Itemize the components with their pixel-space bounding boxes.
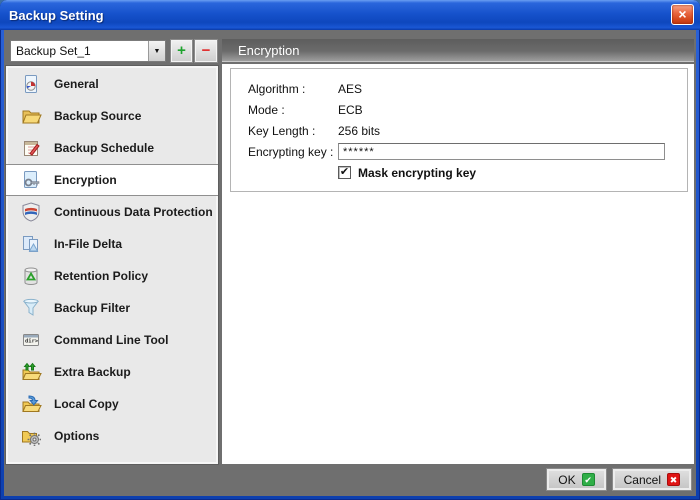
- ok-button-label: OK: [558, 473, 575, 487]
- sidebar-item-retention-policy[interactable]: Retention Policy: [8, 260, 216, 292]
- encrypting-key-input[interactable]: [338, 143, 665, 160]
- backup-setting-dialog: Backup Setting × Backup Set_1 ▼ + − Gene…: [0, 0, 700, 500]
- cross-icon: ✖: [667, 473, 680, 486]
- terminal-icon: dir>: [20, 329, 42, 351]
- sidebar-item-encryption[interactable]: Encryption: [6, 164, 218, 196]
- close-icon[interactable]: ×: [671, 4, 694, 25]
- backup-set-selector[interactable]: Backup Set_1 ▼: [10, 40, 166, 62]
- algorithm-label: Algorithm :: [248, 82, 338, 96]
- panel-title: Encryption: [222, 39, 694, 62]
- encryption-groupbox: Algorithm : AES Mode : ECB Key Length : …: [230, 68, 688, 192]
- shield-icon: [20, 201, 42, 223]
- sidebar-item-options[interactable]: Options: [8, 420, 216, 452]
- mask-encrypting-key-checkbox[interactable]: ✔: [338, 166, 351, 179]
- mode-row: Mode : ECB: [231, 99, 687, 120]
- mode-value: ECB: [338, 103, 363, 117]
- sidebar-item-label: Backup Schedule: [54, 141, 154, 155]
- delta-icon: [20, 233, 42, 255]
- add-backup-set-button[interactable]: +: [171, 40, 192, 62]
- check-icon: ✔: [340, 167, 349, 178]
- key-document-icon: [20, 169, 42, 191]
- sidebar-item-label: In-File Delta: [54, 237, 122, 251]
- folder-gear-icon: [20, 425, 42, 447]
- folder-up-arrows-icon: [20, 361, 42, 383]
- sidebar-item-backup-schedule[interactable]: Backup Schedule: [8, 132, 216, 164]
- sidebar-item-label: Extra Backup: [54, 365, 131, 379]
- remove-backup-set-button[interactable]: −: [195, 40, 217, 62]
- check-icon: ✔: [582, 473, 595, 486]
- cancel-button[interactable]: Cancel ✖: [613, 469, 691, 490]
- bin-icon: [20, 265, 42, 287]
- funnel-icon: [20, 297, 42, 319]
- key-length-label: Key Length :: [248, 124, 338, 138]
- sidebar-item-label: Options: [54, 429, 99, 443]
- sidebar-item-general[interactable]: General: [8, 68, 216, 100]
- sidebar-item-label: Backup Source: [54, 109, 141, 123]
- backup-set-value: Backup Set_1: [11, 44, 148, 58]
- algorithm-row: Algorithm : AES: [231, 78, 687, 99]
- key-length-value: 256 bits: [338, 124, 380, 138]
- sidebar-item-backup-filter[interactable]: Backup Filter: [8, 292, 216, 324]
- sidebar-item-command-line-tool[interactable]: dir> Command Line Tool: [8, 324, 216, 356]
- chevron-down-icon[interactable]: ▼: [148, 41, 165, 61]
- titlebar[interactable]: Backup Setting ×: [0, 0, 700, 30]
- sidebar-item-label: Command Line Tool: [54, 333, 168, 347]
- algorithm-value: AES: [338, 82, 362, 96]
- sidebar-item-in-file-delta[interactable]: In-File Delta: [8, 228, 216, 260]
- encryption-panel: Algorithm : AES Mode : ECB Key Length : …: [222, 64, 694, 464]
- dialog-body: Backup Set_1 ▼ + − General Backup Source…: [4, 30, 696, 496]
- folder-copy-icon: [20, 393, 42, 415]
- cancel-button-label: Cancel: [624, 473, 661, 487]
- mask-key-row: ✔ Mask encrypting key: [338, 162, 687, 183]
- mode-label: Mode :: [248, 103, 338, 117]
- encrypting-key-row: Encrypting key :: [231, 141, 687, 162]
- window-title: Backup Setting: [9, 8, 104, 23]
- schedule-icon: [20, 137, 42, 159]
- sidebar-item-cdp[interactable]: Continuous Data Protection: [8, 196, 216, 228]
- encrypting-key-label: Encrypting key :: [248, 145, 338, 159]
- sidebar-item-extra-backup[interactable]: Extra Backup: [8, 356, 216, 388]
- sidebar-item-label: Local Copy: [54, 397, 119, 411]
- svg-text:dir>: dir>: [25, 339, 39, 345]
- sidebar-item-label: Continuous Data Protection: [54, 205, 213, 219]
- ok-button[interactable]: OK ✔: [547, 469, 605, 490]
- sidebar: General Backup Source Backup Schedule En…: [6, 66, 218, 464]
- general-icon: [20, 73, 42, 95]
- sidebar-item-backup-source[interactable]: Backup Source: [8, 100, 216, 132]
- sidebar-item-label: Encryption: [54, 173, 117, 187]
- footer-buttons: OK ✔ Cancel ✖: [547, 469, 691, 490]
- mask-encrypting-key-label[interactable]: Mask encrypting key: [358, 166, 476, 180]
- sidebar-item-local-copy[interactable]: Local Copy: [8, 388, 216, 420]
- sidebar-item-label: General: [54, 77, 99, 91]
- folder-icon: [20, 105, 42, 127]
- key-length-row: Key Length : 256 bits: [231, 120, 687, 141]
- sidebar-item-label: Backup Filter: [54, 301, 130, 315]
- sidebar-item-label: Retention Policy: [54, 269, 148, 283]
